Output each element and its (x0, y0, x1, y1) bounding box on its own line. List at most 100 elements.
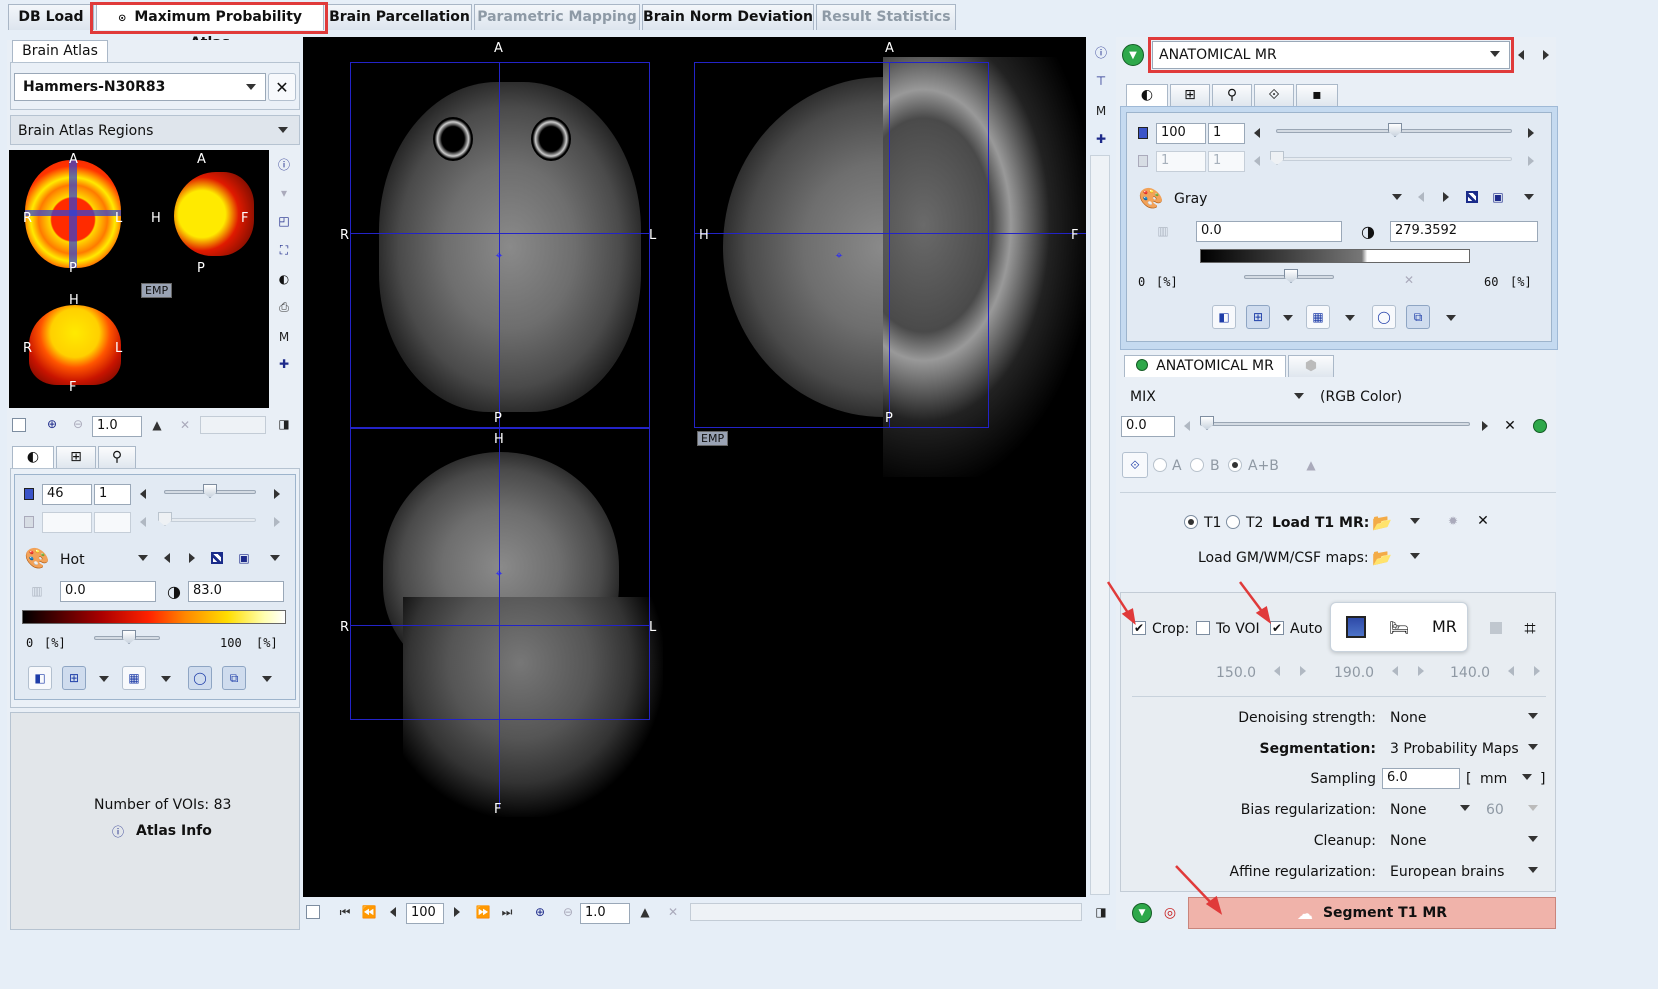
left-grid-button[interactable]: ▦ (122, 666, 146, 690)
mix-slider[interactable] (1200, 422, 1470, 426)
affine-chevron-icon[interactable] (1528, 867, 1538, 873)
sampling-field[interactable]: 6.0 (1382, 768, 1460, 789)
fast-forward-icon[interactable]: ⏩ (476, 904, 491, 920)
cleanup-chevron-icon[interactable] (1528, 836, 1538, 842)
left-invert-button[interactable]: ◧ (28, 666, 52, 690)
first-frame-icon[interactable]: ⏮ (338, 904, 352, 920)
left-colorbar[interactable] (22, 610, 286, 624)
tab-left-tools[interactable]: ⚲ (98, 446, 136, 468)
regions-chevron-icon[interactable] (278, 127, 288, 133)
crop-square-icon[interactable] (1490, 622, 1502, 634)
tab-right-grid[interactable]: ⊞ (1170, 84, 1210, 106)
load-t1-chevron-icon[interactable] (1410, 518, 1420, 524)
left-zoom-field[interactable]: 1.0 (92, 416, 142, 437)
zoom-close-icon[interactable]: ✕ (178, 418, 192, 432)
overview-checkbox[interactable] (12, 418, 26, 432)
load-t1-close-icon[interactable]: ✕ (1474, 512, 1492, 530)
right-overlay-chevron-icon[interactable] (1283, 315, 1293, 321)
viewer-zoom-in-icon[interactable]: ⊕ (532, 904, 548, 920)
atlas-select[interactable]: Hammers-N30R83 (14, 73, 266, 101)
radio-t2[interactable] (1226, 515, 1240, 529)
right-grid-button[interactable]: ▦ (1306, 305, 1330, 329)
radio-a[interactable] (1153, 458, 1167, 472)
left-overlay-button[interactable]: ⊞ (62, 666, 86, 690)
affine-value[interactable]: European brains (1390, 863, 1504, 881)
tab-right-contrast[interactable]: ◐ (1126, 84, 1168, 106)
series-prev-icon[interactable] (1518, 50, 1524, 60)
blend-button[interactable]: ⟐ (1122, 452, 1148, 478)
sampling-chevron-icon[interactable] (1522, 774, 1532, 780)
load-t1-folder-icon[interactable]: 📂 (1370, 511, 1394, 533)
right-fusion-button[interactable]: ⧉ (1406, 305, 1430, 329)
right-checker-icon[interactable] (1466, 191, 1478, 203)
load-t1-settings-icon[interactable]: ✹ (1444, 512, 1462, 530)
left-lut-min[interactable]: 0.0 (60, 581, 156, 602)
tab-right-save[interactable]: ▪ (1296, 84, 1338, 106)
snapshot-icon[interactable]: ◨ (276, 416, 292, 432)
tab-layer-anatomical[interactable]: ANATOMICAL MR (1124, 355, 1286, 377)
right-fusion-chevron-icon[interactable] (1446, 315, 1456, 321)
tab-parametric-mapping[interactable]: Parametric Mapping (474, 4, 640, 30)
right-invert-button[interactable]: ◧ (1212, 305, 1236, 329)
right-scale-close-icon[interactable]: ✕ (1402, 273, 1416, 287)
frame-icon[interactable]: ◰ (275, 212, 293, 230)
tab-db-load[interactable]: DB Load (8, 4, 94, 30)
left-lut-next-icon[interactable] (274, 489, 280, 499)
radio-t1[interactable] (1184, 515, 1198, 529)
right-lut-more-chevron-icon[interactable] (1524, 194, 1534, 200)
atlas-info-button[interactable]: Atlas Info (136, 822, 212, 840)
right-lut-prev-icon[interactable] (1254, 128, 1260, 138)
series-active-icon[interactable]: ▼ (1122, 44, 1144, 66)
crop-bed-icon[interactable]: 🛏 (1384, 616, 1414, 638)
bias-value[interactable]: None (1390, 801, 1427, 819)
right-grid-chevron-icon[interactable] (1345, 315, 1355, 321)
mix-next-icon[interactable] (1482, 421, 1488, 431)
atlas-close-button[interactable]: ✕ (268, 73, 296, 101)
series-next-icon[interactable] (1543, 50, 1549, 60)
layout-icon[interactable]: ⊤ (1092, 72, 1110, 90)
tab-right-tools[interactable]: ⚲ (1212, 84, 1252, 106)
tab-layer-empty[interactable]: ⬢ (1288, 355, 1334, 377)
next-frame-icon[interactable] (454, 907, 460, 917)
crop-box-icon[interactable] (1346, 616, 1366, 638)
viewer-crosshair-icon[interactable]: ✚ (1092, 130, 1110, 148)
left-lut-max[interactable]: 83.0 (188, 581, 284, 602)
fast-back-icon[interactable]: ⏪ (362, 904, 377, 920)
viewer-scrollbar[interactable] (690, 903, 1082, 921)
left-checker-icon[interactable] (211, 552, 223, 564)
cleanup-value[interactable]: None (1390, 832, 1427, 850)
left-palette-chevron-icon[interactable] (138, 555, 148, 561)
zoom-reset-icon[interactable]: ▲ (150, 418, 164, 432)
right-lut-max[interactable]: 279.3592 (1390, 221, 1538, 242)
fit-icon[interactable]: ⛶ (275, 241, 293, 259)
left-fusion-chevron-icon[interactable] (262, 676, 272, 682)
crop-tool-icon[interactable]: ⌗ (1518, 616, 1542, 640)
segment-t1-mr-button[interactable]: ☁ Segment T1 MR (1188, 897, 1556, 929)
left-scrollbar[interactable] (200, 416, 266, 434)
blend-up-icon[interactable]: ▲ (1304, 458, 1318, 472)
right-palette-chevron-icon[interactable] (1392, 194, 1402, 200)
viewer-info-icon[interactable]: ⓘ (1092, 43, 1110, 61)
zoom-out-icon[interactable]: ⊖ (70, 416, 86, 432)
tab-left-contrast[interactable]: ◐ (12, 446, 54, 468)
left-grid-chevron-icon[interactable] (161, 676, 171, 682)
mix-green-dot-icon[interactable] (1533, 419, 1547, 433)
tab-right-vr[interactable]: ⟐ (1254, 84, 1294, 106)
tab-brain-parcellation[interactable]: Brain Parcellation (327, 4, 472, 30)
load-maps-folder-icon[interactable]: 📂 (1370, 546, 1394, 568)
mix-close-icon[interactable]: ✕ (1502, 418, 1518, 434)
left-lut-prev-icon[interactable] (140, 489, 146, 499)
atlas-overview[interactable]: A P R L A P H F H F R L EMP (9, 150, 269, 408)
m-icon[interactable]: M (275, 328, 293, 346)
viewer-zoom-out-icon[interactable]: ⊖ (560, 904, 576, 920)
left-contour-button[interactable]: ◯ (188, 666, 212, 690)
right-lut-edit-icon[interactable]: ▣ (1490, 189, 1506, 205)
palette-icon[interactable]: 🎨 (24, 546, 50, 570)
tab-brain-norm-deviation[interactable]: Brain Norm Deviation (642, 4, 814, 30)
right-palette-icon[interactable]: 🎨 (1138, 186, 1164, 210)
right-lut-min[interactable]: 0.0 (1196, 221, 1342, 242)
info-icon[interactable]: ⓘ (275, 155, 293, 173)
mix-value[interactable]: 0.0 (1121, 416, 1175, 437)
chevron-down-icon[interactable]: ▾ (275, 184, 293, 202)
right-auto-icon[interactable]: ◑ (1358, 220, 1378, 242)
